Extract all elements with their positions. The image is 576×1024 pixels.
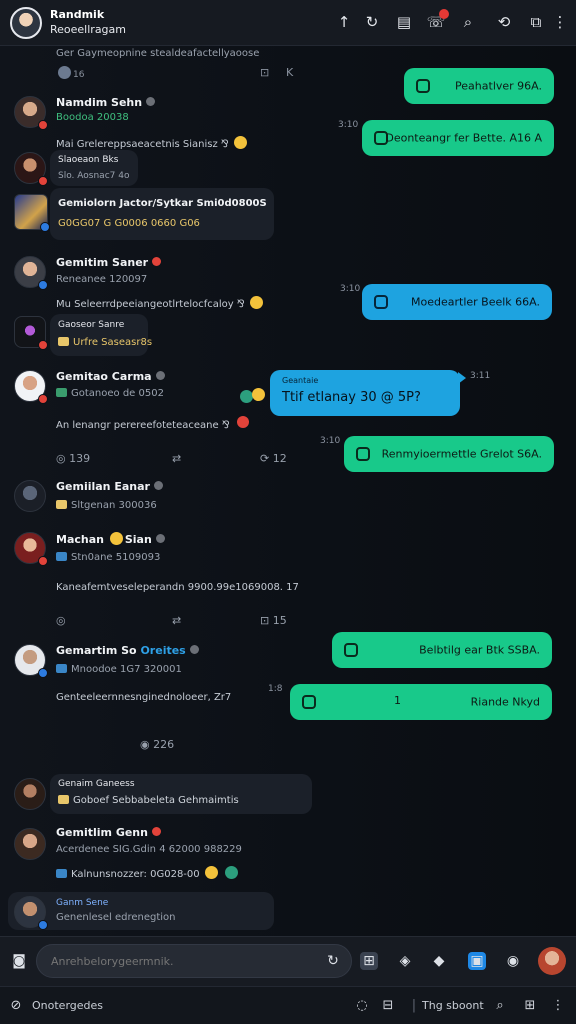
avatar[interactable] xyxy=(14,896,48,930)
thumbnail-image[interactable] xyxy=(14,194,50,232)
post-text: Kaneafemtveseleperandn 9900.99e1069008. … xyxy=(56,582,299,593)
post-text: Mai Grelereppsaeacetnis Sianisz ⅋ xyxy=(56,136,249,150)
share-icon[interactable]: ⇄ xyxy=(172,614,181,627)
post-text: Mu Seleerrdpeeiangeotlrtelocfcaloy ⅋ xyxy=(56,296,265,310)
status-left: Onotergedes xyxy=(32,999,104,1012)
sent-message-4[interactable]: Geantaie Ttif etlanay 30 @ 5P? xyxy=(270,370,460,416)
sent-message-2[interactable]: Deonteangr fer Bette. A16 A xyxy=(362,120,554,156)
clipboard-icon[interactable]: ⧉ xyxy=(526,12,546,32)
avatar[interactable] xyxy=(14,644,48,678)
save-count[interactable]: ⊡ 15 xyxy=(260,614,287,627)
header-subtitle: Reoeellragam xyxy=(50,23,126,36)
top-count: 16 xyxy=(56,66,84,80)
top-count-b[interactable]: K xyxy=(286,66,293,79)
comment-icon[interactable]: ◎ xyxy=(56,614,66,627)
post-author: Gemiilan Eanar xyxy=(56,480,163,493)
repost-count[interactable]: ⟳ 12 xyxy=(260,452,287,465)
post-author: Gemartim So Oreites xyxy=(56,644,199,657)
more-icon[interactable]: ⋮ xyxy=(550,998,566,1014)
avatar[interactable] xyxy=(14,778,46,810)
media-icon[interactable]: ▣ xyxy=(468,952,486,970)
search-icon[interactable]: ⌕ xyxy=(492,998,508,1014)
timestamp: 3:10 xyxy=(340,284,361,294)
sent-message-5[interactable]: Renmyioermettle Grelot S6A. xyxy=(344,436,554,472)
post-handle: Boodoa 20038 xyxy=(56,112,129,123)
post-handle: Acerdenee SIG.Gdin 4 62000 988229 xyxy=(56,844,242,855)
post-card[interactable]: Gemiolorn Jactor/Sytkar Smi0d0800S G0GG0… xyxy=(50,188,274,240)
pin-icon[interactable]: ↑ xyxy=(334,12,354,32)
timestamp: 3:11 xyxy=(470,371,491,381)
reply-card[interactable]: Genaim Ganeess Goboef Sebbabeleta Gehmai… xyxy=(50,774,312,814)
post-handle: Genenlesel edrenegtion xyxy=(56,912,176,923)
chat-feed[interactable]: Ger Gaymeopnine stealdeafactellyaoose 16… xyxy=(0,46,576,936)
sticker-icon[interactable]: ◈ xyxy=(396,952,414,970)
share-icon[interactable]: ⇄ xyxy=(172,452,181,465)
sent-message-6[interactable]: Belbtilg ear Btk SSBA. xyxy=(332,632,552,668)
sent-message-3[interactable]: Moedeartler Beelk 66A. xyxy=(362,284,552,320)
post-author: Gemitim Saner xyxy=(56,256,162,269)
avatar[interactable] xyxy=(14,256,48,290)
sent-message-1[interactable]: Peahatlver 96A. xyxy=(404,68,554,104)
post-text: Kalnunsnozzer: 0G028-00 xyxy=(56,866,240,880)
sync-icon[interactable]: ⟲ xyxy=(494,12,514,32)
avatar[interactable] xyxy=(10,7,42,39)
grid-icon[interactable]: ⊞ xyxy=(522,998,538,1014)
app-header: Randmik Reoeellragam ↑ ↻ ▤ ☏ ⌕ ⟲ ⧉ ⋮ xyxy=(0,0,576,46)
bubble-tail xyxy=(458,372,466,384)
avatar[interactable] xyxy=(14,152,48,186)
post-handle: Reneanee 120097 xyxy=(56,274,148,285)
top-count-a[interactable]: ⊡ xyxy=(260,66,269,79)
avatar[interactable] xyxy=(14,828,46,860)
separator: | xyxy=(411,998,417,1013)
record-icon[interactable]: ◉ xyxy=(504,952,522,970)
post-text: An lenangr perereefoteteaceane ⅋ xyxy=(56,416,249,431)
avatar[interactable] xyxy=(14,532,48,566)
status-right: Thg sboont xyxy=(422,999,484,1012)
more-icon[interactable]: ⋮ xyxy=(550,12,570,32)
composer: ◙ ↻ ⊞ ◈ ◆ ▣ ◉ xyxy=(0,936,576,986)
reaction-icon[interactable] xyxy=(240,390,253,403)
sent-message-7[interactable]: 1 Riande Nkyd xyxy=(290,684,552,720)
post-text: Genteeleernnesnginednoloeer, Zr7 xyxy=(56,692,232,703)
timestamp: 3:10 xyxy=(320,436,341,446)
settings-icon[interactable]: ⊘ xyxy=(8,998,24,1014)
post-author: Ganm Sene xyxy=(56,898,109,908)
refresh-icon[interactable]: ↻ xyxy=(362,12,382,32)
post-handle: Mnoodoe 1G7 320001 xyxy=(56,664,182,675)
avatar[interactable] xyxy=(14,96,48,130)
message-icon xyxy=(416,79,430,93)
call-icon[interactable]: ☏ xyxy=(426,9,449,32)
briefcase-icon[interactable]: ▤ xyxy=(394,12,414,32)
post-author: Machan Sian xyxy=(56,532,165,546)
timestamp: 1:8 xyxy=(268,684,283,694)
avatar[interactable] xyxy=(14,316,48,350)
refresh-icon[interactable]: ↻ xyxy=(324,952,342,970)
post-author: Gemitlim Genn xyxy=(56,826,161,839)
avatar[interactable] xyxy=(14,480,46,512)
post-handle: Sltgenan 300036 xyxy=(56,500,157,511)
gif-icon[interactable]: ◆ xyxy=(430,952,448,970)
avatar[interactable] xyxy=(14,370,48,404)
post-handle: Gotanoeo de 0502 xyxy=(56,388,164,399)
reply-card[interactable]: Gaoseor Sanre Urfre Saseasr8s xyxy=(50,314,152,356)
post-author: Namdim Sehn xyxy=(56,96,156,109)
header-title: Randmik xyxy=(50,8,105,21)
search-icon[interactable]: ⌕ xyxy=(458,12,478,32)
avatar[interactable] xyxy=(538,947,566,975)
camera-icon[interactable]: ◙ xyxy=(10,952,28,970)
timestamp: 3:10 xyxy=(338,120,359,130)
attach-icon[interactable]: ⊞ xyxy=(360,952,378,970)
reply-card[interactable]: Slaoeaon Bks Slo. Aosnac7 4o xyxy=(50,150,138,186)
comment-count[interactable]: ◎ 139 xyxy=(56,452,90,465)
post-author: Gemitao Carma xyxy=(56,370,165,383)
notification-dot xyxy=(439,9,449,19)
emoji-icon[interactable] xyxy=(252,388,265,401)
status-bar: ⊘ Onotergedes ◌ ⊟ | Thg sboont ⌕ ⊞ ⋮ xyxy=(0,986,576,1024)
chat-icon[interactable]: ◌ xyxy=(354,998,370,1014)
post-handle: Stn0ane 5109093 xyxy=(56,552,160,563)
calendar-icon[interactable]: ⊟ xyxy=(380,998,396,1014)
divider-count: ◉ 226 xyxy=(140,738,175,751)
top-line: Ger Gaymeopnine stealdeafactellyaoose xyxy=(56,48,260,59)
message-input[interactable] xyxy=(36,944,352,978)
